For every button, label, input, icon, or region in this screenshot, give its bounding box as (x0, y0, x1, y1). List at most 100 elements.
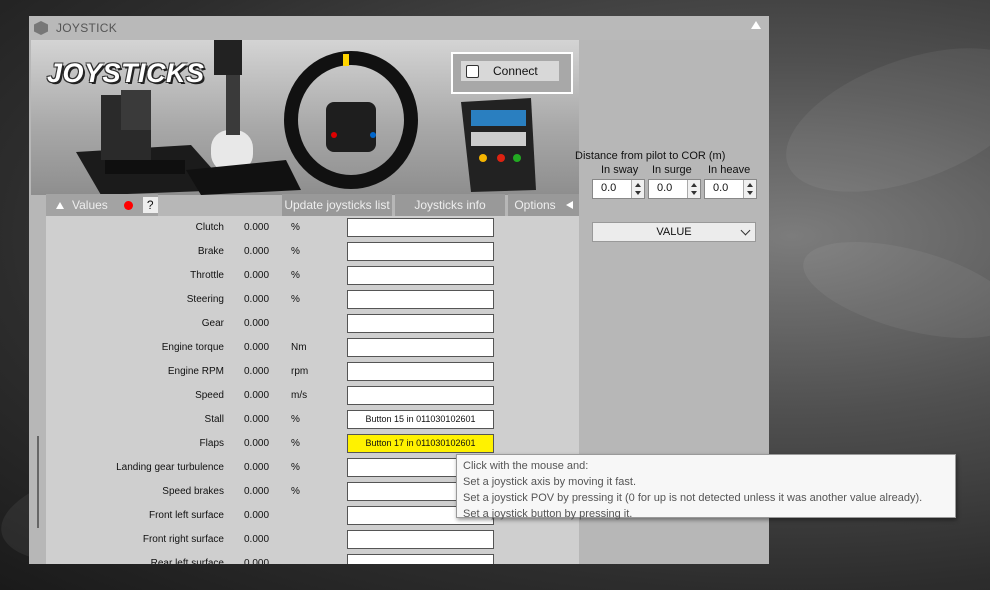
row-label: Steering (186, 294, 224, 305)
connect-group: Connect (451, 52, 573, 94)
connect-checkbox-box[interactable] (466, 64, 479, 78)
heave-value: 0.0 (713, 182, 729, 194)
tab-bar: Values ? Update joysticks list Joysticks… (46, 194, 579, 216)
value-row: Throttle 0.000% (46, 265, 579, 289)
value-row: Front right surface 0.000 (46, 529, 579, 553)
binding-field[interactable] (347, 530, 494, 549)
row-unit: % (291, 294, 300, 305)
row-label: Flaps (199, 438, 224, 449)
heave-label: In heave (708, 164, 751, 176)
tab-values[interactable]: Values ? (46, 194, 158, 216)
value-row: Speed 0.000 m/s (46, 385, 579, 409)
value-row: Engine RPM 0.000 rpm (46, 361, 579, 385)
row-label: Engine RPM (167, 366, 224, 377)
chevron-down-icon (740, 225, 751, 236)
window-title: JOYSTICK (56, 21, 118, 35)
row-label: Stall (204, 414, 224, 425)
row-unit: % (291, 414, 300, 425)
binding-field[interactable] (347, 554, 494, 564)
row-value: 0.000 (244, 462, 270, 473)
binding-field[interactable] (347, 314, 494, 333)
row-value: 0.000 (244, 342, 270, 353)
binding-field[interactable] (347, 386, 494, 405)
connect-label: Connect (493, 64, 538, 78)
record-dot-icon[interactable] (123, 200, 133, 210)
tab-options[interactable]: Options (508, 194, 579, 216)
row-unit: % (291, 222, 300, 233)
heave-stepper[interactable] (743, 180, 756, 198)
app-icon (34, 21, 48, 35)
connect-checkbox[interactable]: Connect (461, 61, 559, 81)
row-unit: % (291, 438, 300, 449)
banner-title: JOYSTICKS (47, 58, 205, 88)
binding-field[interactable]: Button 17 in 011030102601 (347, 434, 494, 453)
row-unit: rpm (291, 366, 309, 377)
tooltip: Click with the mouse and: Set a joystick… (456, 454, 956, 520)
binding-field[interactable]: Button 15 in 011030102601 (347, 410, 494, 429)
value-row: Gear 0.000 (46, 313, 579, 337)
collapse-up-icon (56, 201, 64, 209)
row-label: Front right surface (142, 534, 224, 545)
row-label: Speed (195, 390, 224, 401)
row-label: Rear left surface (150, 558, 224, 564)
surge-value: 0.0 (657, 182, 673, 194)
sway-label: In sway (601, 164, 639, 176)
row-unit: m/s (291, 390, 308, 401)
sway-spinner[interactable]: 0.0 (592, 179, 645, 199)
row-value: 0.000 (244, 414, 270, 425)
binding-field[interactable] (347, 290, 494, 309)
binding-field[interactable] (347, 338, 494, 357)
row-unit: Nm (291, 342, 307, 353)
binding-field[interactable] (347, 362, 494, 381)
row-label: Clutch (195, 222, 224, 233)
tooltip-line: Set a joystick POV by pressing it (0 for… (463, 492, 923, 504)
row-value: 0.000 (244, 558, 270, 564)
row-value: 0.000 (244, 366, 270, 377)
value-row: Engine torque 0.000 Nm (46, 337, 579, 361)
row-value: 0.000 (244, 438, 270, 449)
banner: JOYSTICKS Connect (31, 40, 579, 195)
row-label: Speed brakes (162, 486, 224, 497)
sway-stepper[interactable] (631, 180, 644, 198)
scrollbar[interactable] (37, 436, 39, 528)
tooltip-line: Set a joystick axis by moving it fast. (463, 476, 637, 488)
help-button[interactable]: ? (142, 197, 158, 213)
binding-field[interactable] (347, 242, 494, 261)
tab-options-label: Options (514, 198, 556, 212)
row-value: 0.000 (244, 390, 270, 401)
tab-joysticks-info[interactable]: Joysticks info (395, 194, 505, 216)
row-value: 0.000 (244, 534, 270, 545)
collapse-left-icon (565, 201, 573, 209)
binding-field[interactable] (347, 218, 494, 237)
mode-dropdown[interactable]: VALUE (592, 222, 756, 242)
row-label: Throttle (190, 270, 224, 281)
title-bar[interactable]: JOYSTICK (29, 16, 769, 40)
tab-values-label: Values (72, 198, 108, 212)
row-value: 0.000 (244, 486, 270, 497)
surge-stepper[interactable] (687, 180, 700, 198)
surge-spinner[interactable]: 0.0 (648, 179, 701, 199)
row-value: 0.000 (244, 318, 270, 329)
row-value: 0.000 (244, 294, 270, 305)
heave-spinner[interactable]: 0.0 (704, 179, 757, 199)
value-row: Steering 0.000% (46, 289, 579, 313)
row-value: 0.000 (244, 222, 270, 233)
binding-field[interactable] (347, 266, 494, 285)
row-value: 0.000 (244, 246, 270, 257)
row-value: 0.000 (244, 510, 270, 521)
mode-dropdown-value: VALUE (656, 226, 692, 238)
row-value: 0.000 (244, 270, 270, 281)
cor-title: Distance from pilot to COR (m) (575, 150, 726, 162)
collapse-icon[interactable] (751, 21, 761, 29)
tooltip-line: Click with the mouse and: (463, 460, 589, 472)
row-label: Brake (197, 246, 224, 257)
value-row: Stall 0.000% Button 15 in 011030102601 (46, 409, 579, 433)
row-label: Landing gear turbulence (116, 462, 224, 473)
tab-update-joysticks[interactable]: Update joysticks list (282, 194, 392, 216)
tooltip-line: Set a joystick button by pressing it. (463, 508, 633, 520)
surge-label: In surge (652, 164, 692, 176)
row-unit: % (291, 486, 300, 497)
row-label: Engine torque (161, 342, 224, 353)
row-label: Gear (201, 318, 224, 329)
value-row: Clutch 0.000% (46, 217, 579, 241)
